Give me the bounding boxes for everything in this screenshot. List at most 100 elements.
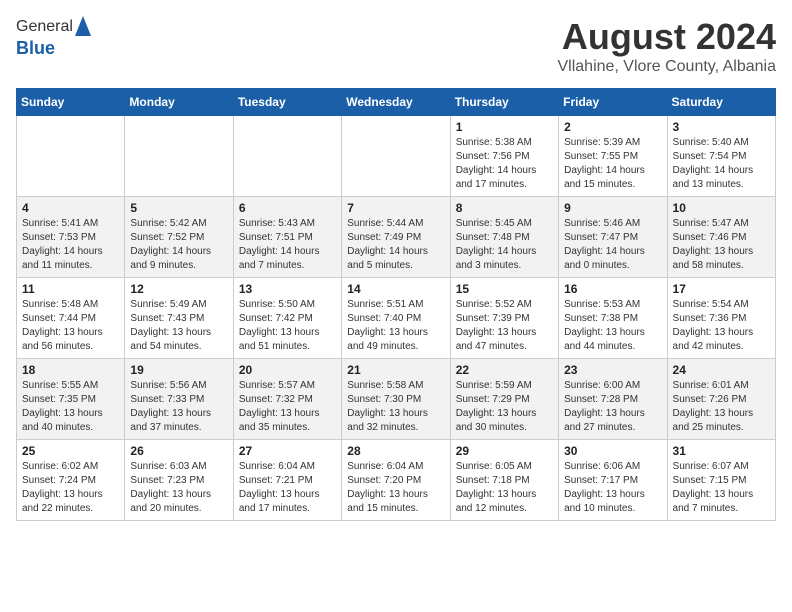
day-number: 19 [130, 363, 227, 377]
header-sunday: Sunday [17, 89, 125, 116]
day-cell: 27Sunrise: 6:04 AMSunset: 7:21 PMDayligh… [233, 440, 341, 521]
day-cell: 25 Sunrise: 6:02 AMSunset: 7:24 PMDayligh… [17, 440, 125, 521]
day-info: Sunrise: 6:06 AMSunset: 7:17 PMDaylight:… [564, 460, 661, 516]
week-row-4: 25 Sunrise: 6:02 AMSunset: 7:24 PMDayligh… [17, 440, 776, 521]
week-row-2: 11Sunrise: 5:48 AMSunset: 7:44 PMDayligh… [17, 278, 776, 359]
day-info: Sunrise: 5:55 AMSunset: 7:35 PMDaylight:… [22, 379, 119, 435]
logo: General Blue [16, 16, 91, 59]
day-info: Sunrise: 5:50 AMSunset: 7:42 PMDaylight:… [239, 298, 336, 354]
day-number: 29 [456, 444, 553, 458]
header-thursday: Thursday [450, 89, 558, 116]
day-info: Sunrise: 6:04 AMSunset: 7:20 PMDaylight:… [347, 460, 444, 516]
day-info: Sunrise: 5:52 AMSunset: 7:39 PMDaylight:… [456, 298, 553, 354]
day-cell: 23 Sunrise: 6:00 AMSunset: 7:28 PMDayligh… [559, 359, 667, 440]
day-number: 1 [456, 120, 553, 134]
day-info: Sunrise: 5:47 AMSunset: 7:46 PMDaylight:… [673, 217, 770, 273]
day-number: 9 [564, 201, 661, 215]
logo-icon [75, 16, 91, 38]
logo-general-text: General [16, 18, 73, 36]
day-cell: 18 Sunrise: 5:55 AMSunset: 7:35 PMDayligh… [17, 359, 125, 440]
day-info: Sunrise: 5:58 AMSunset: 7:30 PMDaylight:… [347, 379, 444, 435]
day-number: 12 [130, 282, 227, 296]
header-monday: Monday [125, 89, 233, 116]
day-info: Sunrise: 5:40 AMSunset: 7:54 PMDaylight:… [673, 136, 770, 192]
day-number: 16 [564, 282, 661, 296]
day-cell: 21Sunrise: 5:58 AMSunset: 7:30 PMDayligh… [342, 359, 450, 440]
day-info: Sunrise: 5:38 AMSunset: 7:56 PMDaylight:… [456, 136, 553, 192]
day-cell: 17 Sunrise: 5:54 AMSunset: 7:36 PMDayligh… [667, 278, 775, 359]
day-cell: 9 Sunrise: 5:46 AMSunset: 7:47 PMDaylight… [559, 197, 667, 278]
day-info: Sunrise: 5:46 AMSunset: 7:47 PMDaylight:… [564, 217, 661, 273]
day-info: Sunrise: 5:57 AMSunset: 7:32 PMDaylight:… [239, 379, 336, 435]
calendar-subtitle: Vllahine, Vlore County, Albania [557, 58, 776, 76]
day-number: 2 [564, 120, 661, 134]
day-number: 18 [22, 363, 119, 377]
title-block: August 2024 Vllahine, Vlore County, Alba… [557, 16, 776, 76]
day-cell: 29 Sunrise: 6:05 AMSunset: 7:18 PMDayligh… [450, 440, 558, 521]
day-cell: 26 Sunrise: 6:03 AMSunset: 7:23 PMDayligh… [125, 440, 233, 521]
day-info: Sunrise: 5:54 AMSunset: 7:36 PMDaylight:… [673, 298, 770, 354]
day-cell: 11Sunrise: 5:48 AMSunset: 7:44 PMDayligh… [17, 278, 125, 359]
day-cell: 20 Sunrise: 5:57 AMSunset: 7:32 PMDayligh… [233, 359, 341, 440]
day-cell: 22Sunrise: 5:59 AMSunset: 7:29 PMDayligh… [450, 359, 558, 440]
day-number: 27 [239, 444, 336, 458]
day-cell: 14 Sunrise: 5:51 AMSunset: 7:40 PMDayligh… [342, 278, 450, 359]
day-info: Sunrise: 6:00 AMSunset: 7:28 PMDaylight:… [564, 379, 661, 435]
day-info: Sunrise: 5:43 AMSunset: 7:51 PMDaylight:… [239, 217, 336, 273]
day-number: 20 [239, 363, 336, 377]
header-tuesday: Tuesday [233, 89, 341, 116]
page-header: General Blue August 2024 Vllahine, Vlore… [16, 16, 776, 76]
logo-blue-text: Blue [16, 38, 91, 59]
day-number: 8 [456, 201, 553, 215]
day-cell: 7 Sunrise: 5:44 AMSunset: 7:49 PMDaylight… [342, 197, 450, 278]
day-cell: 16 Sunrise: 5:53 AMSunset: 7:38 PMDayligh… [559, 278, 667, 359]
day-cell [17, 116, 125, 197]
day-info: Sunrise: 5:48 AMSunset: 7:44 PMDaylight:… [22, 298, 119, 354]
day-number: 28 [347, 444, 444, 458]
day-info: Sunrise: 6:05 AMSunset: 7:18 PMDaylight:… [456, 460, 553, 516]
day-info: Sunrise: 6:07 AMSunset: 7:15 PMDaylight:… [673, 460, 770, 516]
day-info: Sunrise: 5:51 AMSunset: 7:40 PMDaylight:… [347, 298, 444, 354]
header-wednesday: Wednesday [342, 89, 450, 116]
day-number: 30 [564, 444, 661, 458]
day-cell: 30 Sunrise: 6:06 AMSunset: 7:17 PMDayligh… [559, 440, 667, 521]
day-cell: 6Sunrise: 5:43 AMSunset: 7:51 PMDaylight… [233, 197, 341, 278]
day-info: Sunrise: 5:53 AMSunset: 7:38 PMDaylight:… [564, 298, 661, 354]
day-info: Sunrise: 6:03 AMSunset: 7:23 PMDaylight:… [130, 460, 227, 516]
day-info: Sunrise: 5:44 AMSunset: 7:49 PMDaylight:… [347, 217, 444, 273]
calendar-title: August 2024 [557, 16, 776, 58]
day-cell: 3 Sunrise: 5:40 AMSunset: 7:54 PMDaylight… [667, 116, 775, 197]
day-number: 22 [456, 363, 553, 377]
day-number: 10 [673, 201, 770, 215]
day-cell: 8Sunrise: 5:45 AMSunset: 7:48 PMDaylight… [450, 197, 558, 278]
day-cell: 10 Sunrise: 5:47 AMSunset: 7:46 PMDayligh… [667, 197, 775, 278]
day-cell: 12 Sunrise: 5:49 AMSunset: 7:43 PMDayligh… [125, 278, 233, 359]
day-number: 24 [673, 363, 770, 377]
day-cell: 2Sunrise: 5:39 AMSunset: 7:55 PMDaylight… [559, 116, 667, 197]
day-cell: 31 Sunrise: 6:07 AMSunset: 7:15 PMDayligh… [667, 440, 775, 521]
header-saturday: Saturday [667, 89, 775, 116]
day-number: 17 [673, 282, 770, 296]
day-number: 31 [673, 444, 770, 458]
day-number: 14 [347, 282, 444, 296]
calendar-table: SundayMondayTuesdayWednesdayThursdayFrid… [16, 88, 776, 521]
day-number: 7 [347, 201, 444, 215]
day-number: 26 [130, 444, 227, 458]
day-number: 3 [673, 120, 770, 134]
day-number: 5 [130, 201, 227, 215]
day-cell: 15Sunrise: 5:52 AMSunset: 7:39 PMDayligh… [450, 278, 558, 359]
day-info: Sunrise: 6:01 AMSunset: 7:26 PMDaylight:… [673, 379, 770, 435]
day-cell [233, 116, 341, 197]
day-info: Sunrise: 5:49 AMSunset: 7:43 PMDaylight:… [130, 298, 227, 354]
day-info: Sunrise: 5:41 AMSunset: 7:53 PMDaylight:… [22, 217, 119, 273]
day-cell: 5 Sunrise: 5:42 AMSunset: 7:52 PMDaylight… [125, 197, 233, 278]
day-number: 25 [22, 444, 119, 458]
day-number: 23 [564, 363, 661, 377]
day-number: 13 [239, 282, 336, 296]
day-cell: 28 Sunrise: 6:04 AMSunset: 7:20 PMDayligh… [342, 440, 450, 521]
day-info: Sunrise: 5:42 AMSunset: 7:52 PMDaylight:… [130, 217, 227, 273]
week-row-3: 18 Sunrise: 5:55 AMSunset: 7:35 PMDayligh… [17, 359, 776, 440]
week-row-0: 1 Sunrise: 5:38 AMSunset: 7:56 PMDaylight… [17, 116, 776, 197]
calendar-header-row: SundayMondayTuesdayWednesdayThursdayFrid… [17, 89, 776, 116]
day-info: Sunrise: 6:02 AMSunset: 7:24 PMDaylight:… [22, 460, 119, 516]
